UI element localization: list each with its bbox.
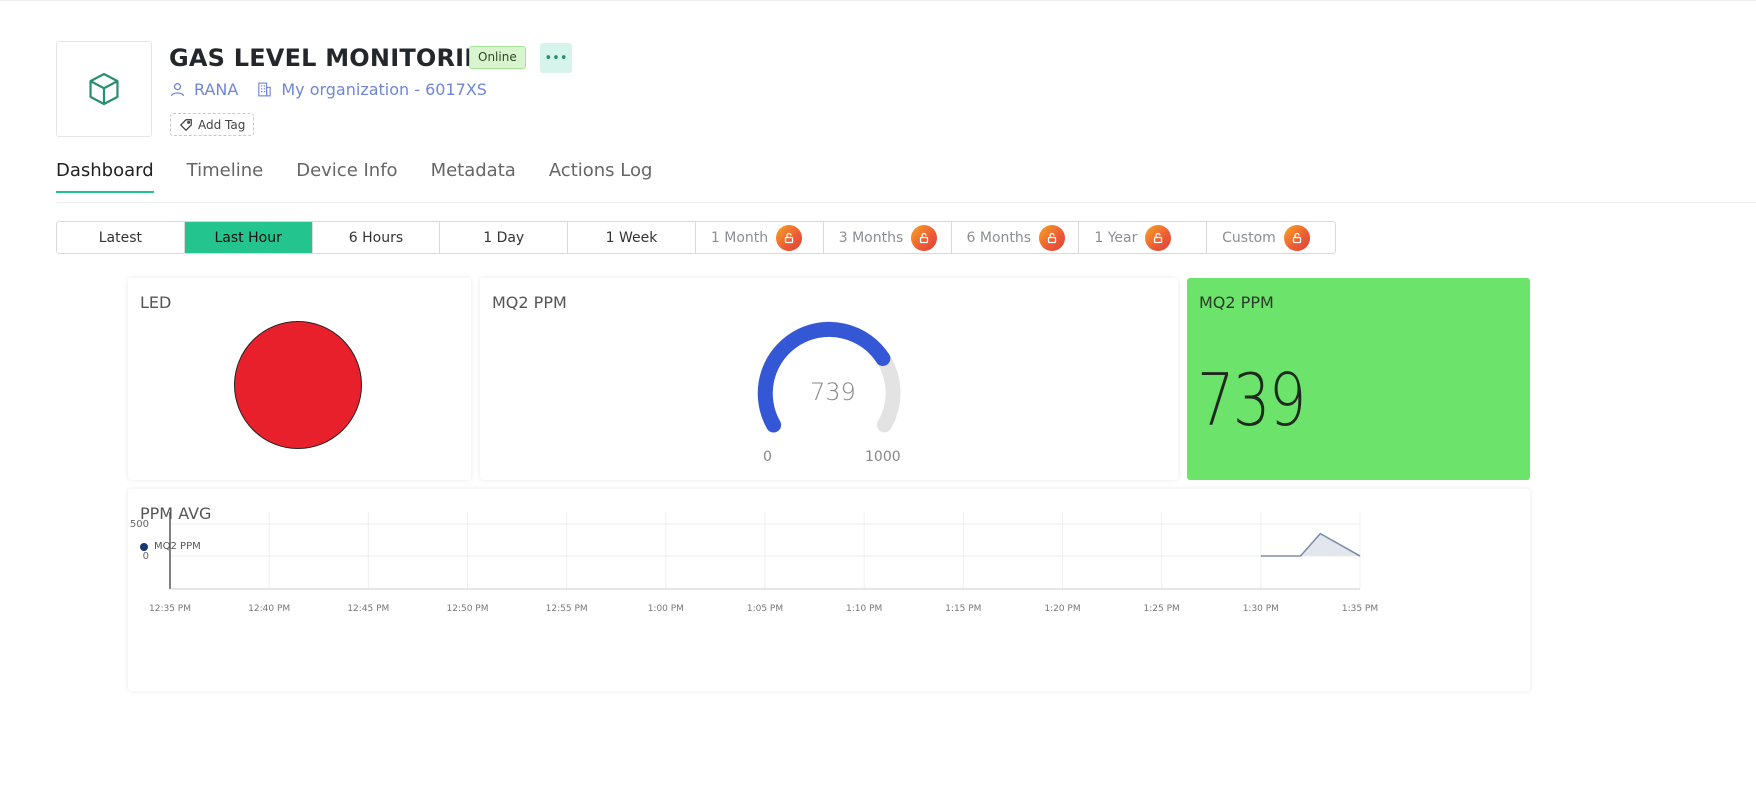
x-tick-label: 1:00 PM [648, 604, 684, 614]
user-icon [170, 83, 185, 97]
tab-bar: Dashboard Timeline Device Info Metadata … [56, 160, 685, 193]
device-title: GAS LEVEL MONITORING [169, 44, 505, 72]
gauge-min: 0 [763, 449, 772, 465]
value-display: 739 [1197, 358, 1306, 442]
x-tick-label: 1:35 PM [1342, 604, 1378, 614]
building-icon [258, 82, 272, 97]
range-1-year[interactable]: 1 Year [1079, 222, 1208, 253]
range-label: 6 Months [966, 229, 1032, 246]
range-latest[interactable]: Latest [57, 222, 185, 253]
status-badge: Online [469, 46, 526, 69]
widget-title: MQ2 PPM [1199, 293, 1274, 312]
range-3-months[interactable]: 3 Months [824, 222, 952, 253]
lock-icon [1283, 224, 1310, 251]
range-label: 3 Months [838, 229, 904, 246]
value-widget: MQ2 PPM 739 [1187, 278, 1530, 480]
gauge-widget: MQ2 PPM 739 0 1000 [480, 278, 1178, 480]
widget-title: LED [140, 293, 172, 312]
range-label: Latest [98, 229, 143, 246]
lock-icon [911, 224, 938, 251]
top-divider [0, 0, 1756, 1]
tab-actions-log[interactable]: Actions Log [549, 160, 653, 193]
x-tick-label: 1:10 PM [846, 604, 882, 614]
time-range-selector: Latest Last Hour 6 Hours 1 Day 1 Week 1 … [56, 221, 1336, 254]
x-tick-label: 12:55 PM [546, 604, 588, 614]
add-tag-button[interactable]: Add Tag [170, 113, 255, 136]
range-1-month[interactable]: 1 Month [696, 222, 824, 253]
x-tick-label: 1:05 PM [747, 604, 783, 614]
range-6-months[interactable]: 6 Months [952, 222, 1080, 253]
range-label: 1 Year [1094, 229, 1138, 246]
tabs-divider [56, 202, 1756, 203]
range-label: 1 Week [605, 229, 658, 246]
more-button[interactable]: ••• [540, 43, 572, 73]
y-tick-label: 0 [143, 551, 149, 562]
organization-link[interactable]: My organization - 6017XS [281, 80, 487, 99]
range-label: 1 Day [483, 229, 525, 246]
gauge-value: 739 [810, 378, 856, 406]
y-tick-label: 500 [130, 519, 149, 530]
gauge-max: 1000 [865, 449, 901, 465]
x-tick-label: 1:25 PM [1144, 604, 1180, 614]
add-tag-label: Add Tag [198, 117, 246, 132]
range-1-day[interactable]: 1 Day [440, 222, 569, 253]
range-last-hour[interactable]: Last Hour [184, 222, 313, 253]
x-tick-label: 12:40 PM [248, 604, 290, 614]
range-label: 6 Hours [348, 229, 404, 246]
tab-dashboard[interactable]: Dashboard [56, 160, 154, 193]
range-label: Custom [1222, 229, 1276, 246]
tab-metadata[interactable]: Metadata [431, 160, 516, 193]
x-tick-label: 1:30 PM [1243, 604, 1279, 614]
range-1-week[interactable]: 1 Week [568, 222, 696, 253]
range-custom[interactable]: Custom [1207, 222, 1335, 253]
owner-row: RANA My organization - 6017XS [169, 80, 487, 99]
line-chart[interactable]: 12:35 PM 12:40 PM 12:45 PM 12:50 PM 12:55 PM… [128, 489, 1530, 691]
cube-icon [89, 72, 119, 106]
x-tick-label: 12:50 PM [447, 604, 489, 614]
lock-icon [776, 224, 803, 251]
tab-device-info[interactable]: Device Info [296, 160, 397, 193]
lock-icon [1039, 224, 1066, 251]
owner-link[interactable]: RANA [194, 80, 238, 99]
device-icon-box [56, 41, 152, 137]
range-label: Last Hour [214, 229, 282, 246]
x-tick-label: 1:20 PM [1044, 604, 1080, 614]
x-tick-label: 12:45 PM [347, 604, 389, 614]
range-6-hours[interactable]: 6 Hours [313, 222, 441, 253]
led-widget: LED [128, 278, 471, 480]
led-indicator [234, 321, 362, 449]
lock-icon [1145, 224, 1172, 251]
x-tick-label: 1:15 PM [945, 604, 981, 614]
x-tick-label: 12:35 PM [149, 604, 191, 614]
tag-icon [179, 118, 192, 131]
organization: My organization - 6017XS [256, 80, 487, 99]
range-label: 1 Month [710, 229, 769, 246]
chart-widget: PPM AVG MQ2 PPM 12:35 PM 12:40 PM 12:45 PM… [128, 489, 1530, 691]
tab-timeline[interactable]: Timeline [187, 160, 264, 193]
